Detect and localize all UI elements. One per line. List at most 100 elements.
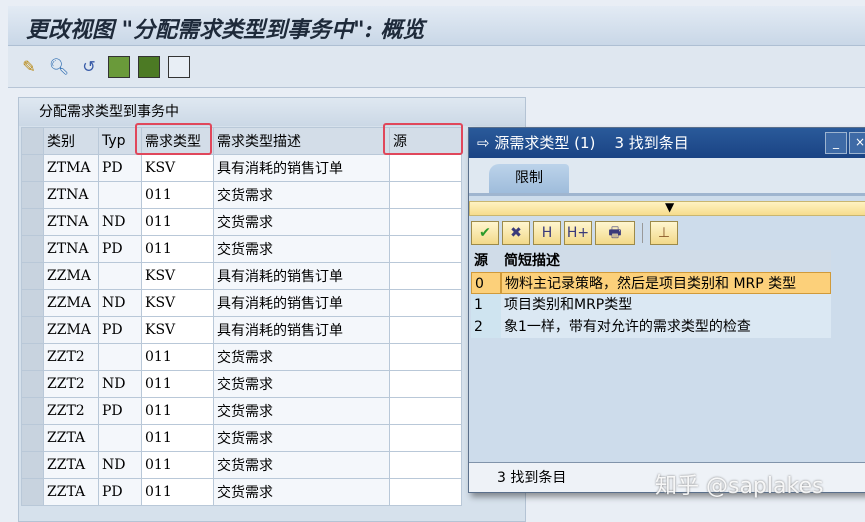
stamp-icon[interactable]: ⊥ <box>650 221 678 245</box>
table-cell[interactable]: 011 <box>141 208 214 236</box>
col-header[interactable]: 类别 <box>43 127 99 155</box>
title-bar: 更改视图 "分配需求类型到事务中": 概览 <box>8 6 865 46</box>
table-row[interactable]: ZZMA ND KSV 具有消耗的销售订单 <box>21 289 462 317</box>
find-icon[interactable]: H <box>533 221 561 245</box>
panel-title: 分配需求类型到事务中 <box>19 98 525 126</box>
select-all-rows[interactable] <box>21 127 44 155</box>
cancel-button[interactable]: ✖ <box>502 221 530 245</box>
table-row[interactable]: ZTNA 011 交货需求 <box>21 181 462 209</box>
table-cell[interactable]: 011 <box>141 235 214 263</box>
table-cell: 具有消耗的销售订单 <box>213 289 390 317</box>
source-code: 2 <box>471 316 501 338</box>
table-cell[interactable]: 011 <box>141 478 214 506</box>
list-item[interactable]: 1 项目类别和MRP类型 <box>471 294 831 316</box>
list-item[interactable]: 2 象1一样，带有对允许的需求类型的检查 <box>471 316 831 338</box>
minimize-button[interactable]: _ <box>825 132 847 154</box>
table-cell[interactable]: 011 <box>141 451 214 479</box>
row-selector[interactable] <box>21 181 44 209</box>
select-all-icon[interactable] <box>108 55 130 78</box>
table-row[interactable]: ZZT2 PD 011 交货需求 <box>21 397 462 425</box>
table-cell: 具有消耗的销售订单 <box>213 262 390 290</box>
table-cell: 具有消耗的销售订单 <box>213 316 390 344</box>
table-cell[interactable] <box>389 208 462 236</box>
table-cell[interactable] <box>389 478 462 506</box>
tab-restrictions[interactable]: 限制 <box>489 164 569 193</box>
table-cell: 交货需求 <box>213 451 390 479</box>
value-help-dialog: ⇨ 源需求类型 (1) 3 找到条目 _ × 限制 ▼ ✔ ✖ H H+ 🖶 ⊥ … <box>468 127 865 493</box>
undo-icon[interactable]: ↺ <box>78 56 100 78</box>
row-selector[interactable] <box>21 451 44 479</box>
row-selector[interactable] <box>21 289 44 317</box>
table-cell[interactable]: 011 <box>141 181 214 209</box>
row-selector[interactable] <box>21 478 44 506</box>
table-cell[interactable]: KSV <box>141 289 214 317</box>
table-cell[interactable]: KSV <box>141 262 214 290</box>
change-display-icon[interactable]: ✎ <box>18 56 40 78</box>
page-title: 更改视图 "分配需求类型到事务中": 概览 <box>26 17 425 43</box>
table-row[interactable]: ZZTA PD 011 交货需求 <box>21 478 462 506</box>
table-cell: PD <box>98 154 142 182</box>
table-cell: PD <box>98 478 142 506</box>
dialog-title: 源需求类型 (1) <box>494 134 596 152</box>
table-cell[interactable] <box>389 424 462 452</box>
table-row[interactable]: ZZTA 011 交货需求 <box>21 424 462 452</box>
table-cell[interactable]: KSV <box>141 316 214 344</box>
row-selector[interactable] <box>21 343 44 371</box>
table-cell[interactable] <box>389 316 462 344</box>
table-cell[interactable] <box>389 343 462 371</box>
table-row[interactable]: ZTMA PD KSV 具有消耗的销售订单 <box>21 154 462 182</box>
row-selector[interactable] <box>21 370 44 398</box>
table-cell: ND <box>98 451 142 479</box>
row-selector[interactable] <box>21 154 44 182</box>
table-cell <box>98 424 142 452</box>
row-selector[interactable] <box>21 424 44 452</box>
source-description: 象1一样，带有对允许的需求类型的检查 <box>501 316 831 338</box>
list-header: 简短描述 <box>501 250 831 272</box>
close-button[interactable]: × <box>849 132 865 154</box>
table-cell: ZTNA <box>43 208 99 236</box>
table-row[interactable]: ZZMA KSV 具有消耗的销售订单 <box>21 262 462 290</box>
table-row[interactable]: ZTNA PD 011 交货需求 <box>21 235 462 263</box>
table-cell[interactable] <box>389 289 462 317</box>
table-cell[interactable] <box>389 262 462 290</box>
table-cell[interactable] <box>389 370 462 398</box>
table-cell[interactable] <box>389 181 462 209</box>
table-cell: ZTMA <box>43 154 99 182</box>
find-next-icon[interactable]: H+ <box>564 221 592 245</box>
table-row[interactable]: ZTNA ND 011 交货需求 <box>21 208 462 236</box>
table-row[interactable]: ZZT2 011 交货需求 <box>21 343 462 371</box>
select-block-icon[interactable] <box>138 55 160 78</box>
restriction-toggle-bar[interactable]: ▼ <box>469 200 865 216</box>
row-selector[interactable] <box>21 208 44 236</box>
confirm-button[interactable]: ✔ <box>471 221 499 245</box>
table-cell[interactable] <box>389 451 462 479</box>
row-selector[interactable] <box>21 235 44 263</box>
row-selector[interactable] <box>21 262 44 290</box>
list-item[interactable]: 0 物料主记录策略，然后是项目类别和 MRP 类型 <box>471 272 831 294</box>
assignment-table: 类别 Typ 需求类型 需求类型描述 源 ZTMA PD KSV 具有消耗的销售订单 Z… <box>21 127 462 506</box>
table-cell[interactable]: 011 <box>141 424 214 452</box>
table-cell[interactable]: 011 <box>141 397 214 425</box>
table-cell[interactable] <box>389 397 462 425</box>
deselect-all-icon[interactable] <box>168 55 190 78</box>
print-icon[interactable]: 🖶 <box>595 221 635 245</box>
table-cell[interactable] <box>389 154 462 182</box>
table-cell[interactable]: 011 <box>141 370 214 398</box>
row-selector[interactable] <box>21 316 44 344</box>
row-selector[interactable] <box>21 397 44 425</box>
table-cell[interactable]: KSV <box>141 154 214 182</box>
table-cell: ZZTA <box>43 478 99 506</box>
table-cell: ZTNA <box>43 235 99 263</box>
watermark: 知乎 @saplakes <box>655 474 824 499</box>
table-cell[interactable] <box>389 235 462 263</box>
table-cell: PD <box>98 397 142 425</box>
col-header[interactable]: 需求类型描述 <box>213 127 390 155</box>
table-cell: PD <box>98 316 142 344</box>
table-row[interactable]: ZZT2 ND 011 交货需求 <box>21 370 462 398</box>
table-cell[interactable]: 011 <box>141 343 214 371</box>
table-cell: 交货需求 <box>213 370 390 398</box>
find-icon[interactable]: 🔍︎ <box>48 56 70 78</box>
table-row[interactable]: ZZMA PD KSV 具有消耗的销售订单 <box>21 316 462 344</box>
highlight-box <box>383 123 463 155</box>
table-row[interactable]: ZZTA ND 011 交货需求 <box>21 451 462 479</box>
